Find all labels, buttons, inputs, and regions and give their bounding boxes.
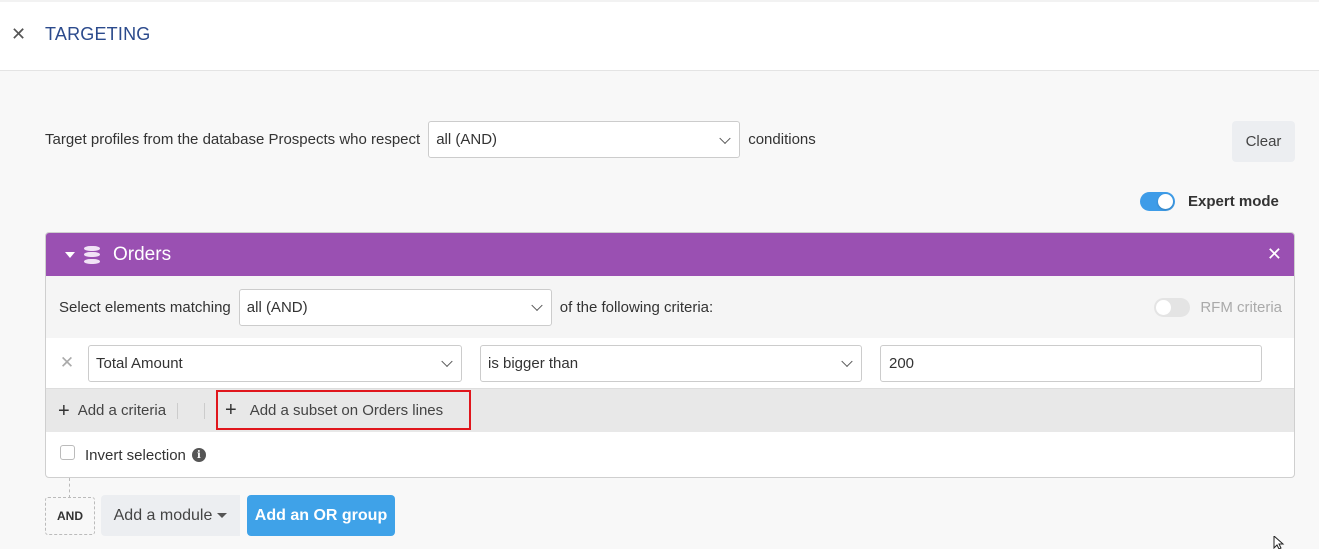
field-select-value: Total Amount [96, 354, 183, 372]
rfm-toggle-group: RFM criteria [1154, 276, 1282, 338]
target-prefix-text: Target profiles from the database Prospe… [45, 131, 421, 148]
divider [204, 402, 206, 419]
field-select[interactable]: Total Amount [88, 344, 462, 382]
and-operator-badge[interactable]: AND [45, 497, 95, 535]
add-module-button[interactable]: Add a module [101, 495, 240, 536]
target-condition-line: Target profiles from the database Prospe… [45, 121, 816, 158]
divider [177, 402, 179, 419]
operator-select-value: is bigger than [488, 354, 579, 372]
match-row: Select elements matching all (AND) of th… [46, 276, 1294, 338]
match-select[interactable]: all (AND) [238, 288, 552, 326]
match-select-value: all (AND) [246, 298, 308, 316]
module-title: Orders [113, 243, 172, 265]
condition-select-value: all (AND) [436, 131, 498, 148]
plus-icon: + [58, 399, 70, 422]
page-title: TARGETING [45, 24, 151, 44]
add-subset-label: Add a subset on Orders lines [249, 401, 444, 419]
target-suffix-text: conditions [748, 131, 816, 148]
module-header: Orders ✕ [46, 233, 1294, 276]
clear-button[interactable]: Clear [1232, 121, 1295, 162]
connector-line [69, 478, 70, 498]
orders-module: Orders ✕ Select elements matching all (A… [45, 232, 1295, 478]
add-criteria-label: Add a criteria [77, 402, 167, 419]
caret-down-icon [217, 513, 228, 518]
actions-row: + Add a criteria + Add a subset on Order… [46, 389, 1294, 432]
chevron-down-icon [719, 132, 731, 144]
collapse-caret-icon[interactable] [65, 251, 75, 258]
info-icon[interactable]: i [191, 448, 206, 462]
remove-module-icon[interactable]: ✕ [1267, 244, 1282, 264]
close-icon[interactable]: ✕ [11, 24, 27, 44]
chevron-down-icon [841, 355, 853, 368]
expert-mode-toggle[interactable] [1140, 191, 1175, 211]
database-icon [84, 245, 100, 264]
plus-icon: + [225, 399, 237, 421]
match-suffix-text: of the following criteria: [559, 298, 714, 316]
expert-mode-label: Expert mode [1188, 192, 1279, 210]
chevron-down-icon [531, 299, 543, 312]
criteria-value-input[interactable] [880, 344, 1262, 382]
expert-mode-toggle-group: Expert mode [1140, 190, 1279, 212]
remove-criteria-icon[interactable]: ✕ [46, 353, 88, 373]
criteria-row: ✕ Total Amount is bigger than [46, 338, 1294, 389]
invert-selection-checkbox[interactable] [60, 444, 75, 460]
condition-select[interactable]: all (AND) [428, 121, 741, 158]
chevron-down-icon [441, 355, 453, 368]
add-criteria-button[interactable]: + Add a criteria [58, 401, 166, 421]
match-prefix-text: Select elements matching [59, 298, 231, 316]
add-or-group-button[interactable]: Add an OR group [247, 495, 395, 536]
header: ✕ TARGETING [0, 0, 1319, 71]
add-subset-button[interactable]: + Add a subset on Orders lines [216, 390, 471, 430]
invert-row: Invert selection i [46, 432, 1294, 477]
rfm-toggle[interactable] [1154, 297, 1191, 317]
invert-selection-label: Invert selection [85, 446, 186, 464]
rfm-label: RFM criteria [1200, 298, 1282, 316]
operator-select[interactable]: is bigger than [480, 344, 862, 382]
add-module-label: Add a module [113, 506, 213, 524]
mouse-cursor-icon [1273, 536, 1285, 549]
